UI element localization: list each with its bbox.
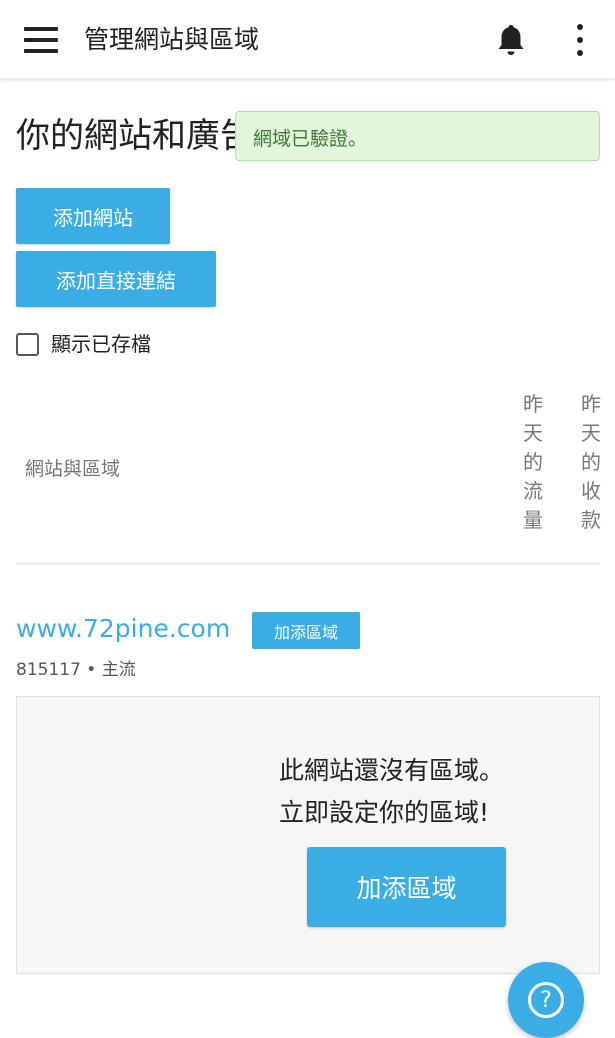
bell-icon[interactable] [494, 22, 528, 58]
more-vertical-icon[interactable] [570, 24, 590, 56]
show-archived-label[interactable]: 顯示已存檔 [51, 328, 151, 357]
column-header-char: 收 [581, 479, 601, 503]
column-header-char: 天 [523, 421, 543, 445]
help-question-icon: ? [528, 982, 564, 1018]
column-header-char: 天 [581, 421, 601, 445]
help-button[interactable]: ? [508, 962, 584, 1038]
add-zone-button[interactable]: 加添區域 [307, 847, 506, 927]
app-bar-title: 管理網站與區域 [84, 25, 260, 54]
column-header-char: 的 [523, 450, 543, 474]
add-direct-link-button[interactable]: 添加直接連結 [16, 251, 216, 307]
column-header-char: 流 [523, 479, 543, 503]
site-meta: 815117 • 主流 [16, 660, 136, 680]
site-domain-link[interactable]: www.72pine.com [16, 614, 230, 643]
column-header-yesterday-traffic[interactable]: 昨 天 的 流 量 [521, 390, 545, 535]
column-header-char: 昨 [581, 392, 601, 416]
add-zone-badge-button[interactable]: 加添區域 [252, 612, 360, 649]
table-header-divider [16, 563, 600, 564]
app-bar: 管理網站與區域 [0, 0, 615, 78]
zones-empty-cta-text: 立即設定你的區域! [279, 798, 490, 827]
column-header-char: 昨 [523, 392, 543, 416]
column-header-char: 的 [581, 450, 601, 474]
add-site-button[interactable]: 添加網站 [16, 188, 170, 244]
column-header-char: 量 [523, 508, 543, 532]
zones-empty-panel: 此網站還沒有區域。 立即設定你的區域! 加添區域 [16, 696, 600, 974]
column-header-sites-zones: 網站與區域 [25, 458, 121, 480]
column-header-yesterday-revenue[interactable]: 昨 天 的 收 款 [579, 390, 603, 535]
show-archived-row: 顯示已存檔 [16, 328, 151, 357]
success-toast: 網域已驗證。 [235, 111, 600, 161]
column-header-char: 款 [581, 508, 601, 532]
page-heading: 你的網站和廣告 [16, 116, 238, 156]
hamburger-menu-icon[interactable] [24, 27, 58, 53]
zones-empty-message: 此網站還沒有區域。 [279, 756, 505, 785]
show-archived-checkbox[interactable] [16, 333, 39, 356]
